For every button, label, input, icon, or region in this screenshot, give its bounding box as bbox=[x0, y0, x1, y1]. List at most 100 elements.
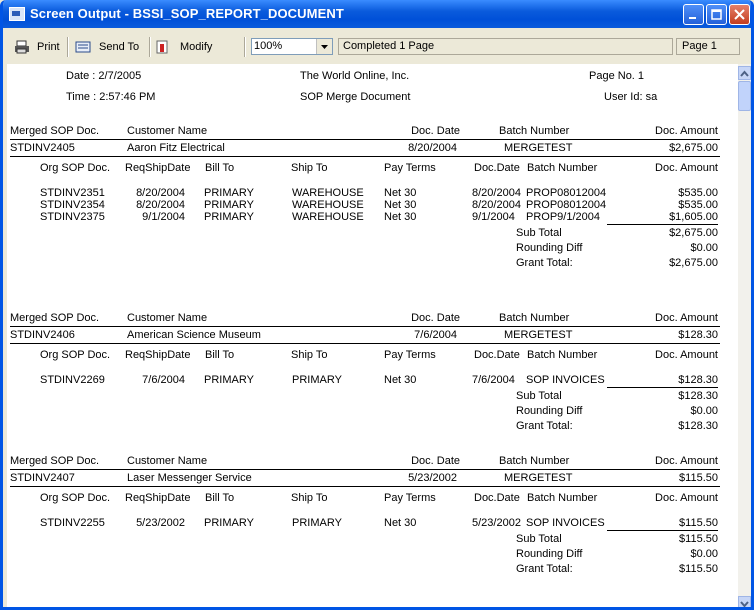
modify-button[interactable]: Modify bbox=[180, 39, 212, 55]
company-name: The World Online, Inc. bbox=[300, 70, 410, 82]
col-header-line-batch-number: Batch Number bbox=[527, 492, 598, 504]
send-to-button[interactable]: Send To bbox=[99, 39, 139, 55]
ship-to: WAREHOUSE bbox=[292, 199, 364, 211]
minimize-button[interactable] bbox=[683, 4, 704, 25]
grant-total-label: Grant Total: bbox=[516, 563, 573, 575]
report-date: Date : 2/7/2005 bbox=[66, 70, 142, 82]
col-header-doc-date: Doc. Date bbox=[411, 455, 460, 467]
close-button[interactable] bbox=[729, 4, 750, 25]
col-header-req-ship-date: ReqShipDate bbox=[125, 349, 191, 361]
send-to-icon[interactable] bbox=[75, 39, 91, 55]
col-header-line-doc-amount: Doc. Amount bbox=[655, 349, 718, 361]
col-header-ship-to: Ship To bbox=[291, 492, 328, 504]
maximize-button[interactable] bbox=[706, 4, 727, 25]
customer-name: Laser Messenger Service bbox=[127, 472, 252, 484]
col-header-req-ship-date: ReqShipDate bbox=[125, 492, 191, 504]
section-divider bbox=[10, 156, 720, 157]
printer-icon[interactable] bbox=[14, 39, 30, 55]
col-header-merged-sop-doc: Merged SOP Doc. bbox=[10, 125, 100, 137]
req-ship-date: 8/20/2004 bbox=[136, 187, 185, 199]
col-header-pay-terms: Pay Terms bbox=[384, 492, 436, 504]
col-header-line-batch-number: Batch Number bbox=[527, 349, 598, 361]
scroll-down-button[interactable] bbox=[738, 596, 751, 607]
rounding-diff-value: $0.00 bbox=[690, 548, 718, 560]
col-header-customer-name: Customer Name bbox=[127, 455, 208, 467]
toolbar-separator bbox=[149, 37, 151, 57]
modify-icon[interactable] bbox=[154, 39, 170, 55]
line-batch-number: PROP08012004 bbox=[526, 187, 607, 199]
col-header-batch-number: Batch Number bbox=[499, 312, 570, 324]
sub-total-label: Sub Total bbox=[516, 227, 562, 239]
section-divider bbox=[10, 326, 720, 327]
line-doc-date: 8/20/2004 bbox=[472, 187, 521, 199]
title-bar[interactable]: Screen Output - BSSI_SOP_REPORT_DOCUMENT bbox=[3, 0, 751, 28]
ship-to: PRIMARY bbox=[292, 374, 342, 386]
col-header-line-doc-amount: Doc. Amount bbox=[655, 492, 718, 504]
col-header-doc-amount: Doc. Amount bbox=[655, 312, 718, 324]
line-batch-number: PROP9/1/2004 bbox=[526, 211, 600, 223]
col-header-bill-to: Bill To bbox=[205, 162, 235, 174]
section-divider bbox=[10, 486, 720, 487]
org-sop-doc: STDINV2375 bbox=[40, 211, 105, 223]
batch-number: MERGETEST bbox=[504, 472, 573, 484]
col-header-line-doc-amount: Doc. Amount bbox=[655, 162, 718, 174]
col-header-ship-to: Ship To bbox=[291, 349, 328, 361]
col-header-org-sop-doc: Org SOP Doc. bbox=[40, 349, 111, 361]
doc-date: 5/23/2002 bbox=[408, 472, 457, 484]
col-header-bill-to: Bill To bbox=[205, 492, 235, 504]
col-header-org-sop-doc: Org SOP Doc. bbox=[40, 492, 111, 504]
col-header-bill-to: Bill To bbox=[205, 349, 235, 361]
zoom-value: 100% bbox=[254, 40, 283, 52]
report-window-icon bbox=[9, 7, 25, 21]
scrollbar-thumb[interactable] bbox=[738, 81, 751, 111]
customer-name: American Science Museum bbox=[127, 329, 261, 341]
report-title: SOP Merge Document bbox=[300, 91, 411, 103]
org-sop-doc: STDINV2269 bbox=[40, 374, 105, 386]
col-header-line-doc-date: Doc.Date bbox=[474, 492, 520, 504]
line-batch-number: PROP08012004 bbox=[526, 199, 607, 211]
pay-terms: Net 30 bbox=[384, 211, 417, 223]
report-time: Time : 2:57:46 PM bbox=[66, 91, 156, 103]
doc-date: 8/20/2004 bbox=[408, 142, 457, 154]
pay-terms: Net 30 bbox=[384, 199, 417, 211]
rounding-diff-label: Rounding Diff bbox=[516, 405, 583, 417]
sub-total-label: Sub Total bbox=[516, 390, 562, 402]
zoom-select[interactable]: 100% bbox=[251, 38, 333, 55]
bill-to: PRIMARY bbox=[204, 187, 254, 199]
line-doc-date: 5/23/2002 bbox=[472, 517, 521, 529]
print-button[interactable]: Print bbox=[37, 39, 60, 55]
grant-total-label: Grant Total: bbox=[516, 257, 573, 269]
pay-terms: Net 30 bbox=[384, 187, 417, 199]
sub-total-label: Sub Total bbox=[516, 533, 562, 545]
doc-amount: $2,675.00 bbox=[669, 142, 718, 154]
scroll-up-button[interactable] bbox=[738, 66, 751, 80]
org-sop-doc: STDINV2255 bbox=[40, 517, 105, 529]
grant-total-value: $128.30 bbox=[678, 420, 718, 432]
rounding-diff-value: $0.00 bbox=[690, 242, 718, 254]
chevron-down-icon[interactable] bbox=[316, 39, 332, 54]
vertical-scrollbar[interactable] bbox=[738, 64, 751, 607]
line-doc-date: 9/1/2004 bbox=[472, 211, 515, 223]
toolbar-separator bbox=[244, 37, 246, 57]
subtotal-rule bbox=[607, 224, 718, 225]
col-header-req-ship-date: ReqShipDate bbox=[125, 162, 191, 174]
subtotal-rule bbox=[607, 387, 718, 388]
sub-total-value: $2,675.00 bbox=[669, 227, 718, 239]
line-doc-date: 8/20/2004 bbox=[472, 199, 521, 211]
sub-total-value: $115.50 bbox=[679, 533, 718, 545]
rounding-diff-value: $0.00 bbox=[690, 405, 718, 417]
report-user-id: User Id: sa bbox=[604, 91, 658, 103]
col-header-pay-terms: Pay Terms bbox=[384, 349, 436, 361]
rounding-diff-label: Rounding Diff bbox=[516, 548, 583, 560]
col-header-line-doc-date: Doc.Date bbox=[474, 349, 520, 361]
bill-to: PRIMARY bbox=[204, 199, 254, 211]
line-doc-amount: $535.00 bbox=[678, 187, 718, 199]
col-header-doc-amount: Doc. Amount bbox=[655, 455, 718, 467]
rounding-diff-label: Rounding Diff bbox=[516, 242, 583, 254]
report-page[interactable]: Date : 2/7/2005 Time : 2:57:46 PM The Worl… bbox=[7, 64, 738, 607]
org-sop-doc: STDINV2351 bbox=[40, 187, 105, 199]
page-indicator: Page 1 bbox=[676, 38, 740, 55]
doc-amount: $115.50 bbox=[679, 472, 718, 484]
window-title: Screen Output - BSSI_SOP_REPORT_DOCUMENT bbox=[30, 6, 344, 21]
report-page-number: Page No. 1 bbox=[589, 70, 645, 82]
